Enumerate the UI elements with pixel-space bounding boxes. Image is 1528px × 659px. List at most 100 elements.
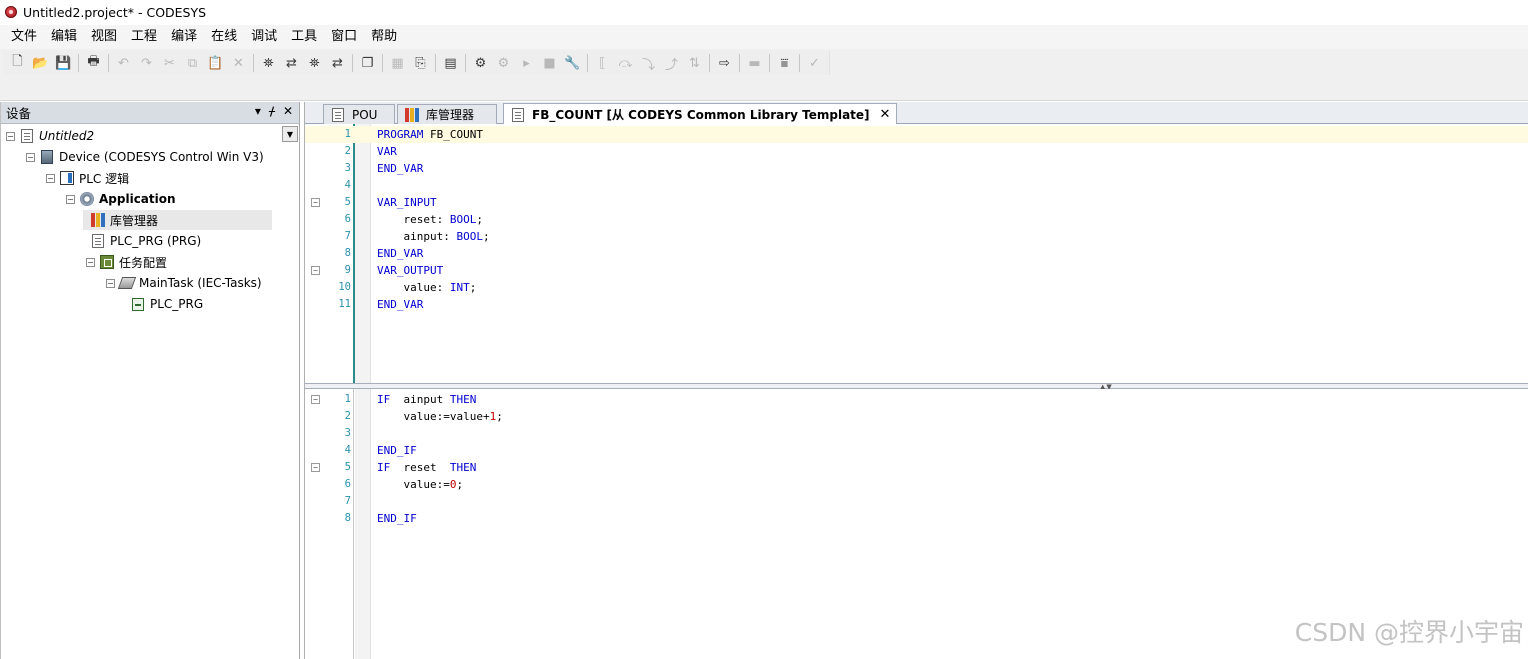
step-out-icon[interactable]: ⤴ [660, 52, 683, 74]
menu-item-5[interactable]: 在线 [204, 25, 244, 49]
collapse-icon[interactable]: − [6, 131, 15, 141]
fold-icon[interactable]: − [311, 463, 320, 472]
code-line[interactable]: − 5 VAR_INPUT [305, 194, 1528, 211]
editor-tab-1[interactable]: 库管理器 [397, 104, 497, 124]
logout-icon[interactable]: ⚙ [492, 52, 515, 74]
line-number: 7 [344, 230, 351, 242]
code-line[interactable]: − 1 IF ainput THEN [305, 391, 1528, 408]
collapse-icon[interactable]: − [26, 152, 35, 162]
code-line[interactable]: 10 value: INT; [305, 279, 1528, 296]
code-token: ; [456, 478, 464, 491]
fold-icon[interactable]: − [311, 198, 320, 207]
tree-node[interactable]: − Untitled2 [6, 126, 94, 146]
code-line[interactable]: 4 [305, 177, 1528, 194]
tree-node[interactable]: PLC_PRG (PRG) [86, 231, 201, 251]
tree-node-label: 库管理器 [110, 213, 159, 228]
code-line[interactable]: 11 END_VAR [305, 296, 1528, 313]
build-icon[interactable]: ▤ [439, 52, 462, 74]
tree-node[interactable]: − MainTask (IEC-Tasks) [106, 273, 262, 293]
code-line[interactable]: 2 value:=value+1; [305, 408, 1528, 425]
collapse-icon[interactable]: − [86, 257, 95, 267]
editor-tab-2[interactable]: FB_COUNT [从 CODEYS Common Library Templa… [503, 103, 898, 125]
find-in-project-icon[interactable]: ⛯ [303, 52, 326, 74]
code-line[interactable]: 8 END_IF [305, 510, 1528, 527]
collapse-icon[interactable]: − [106, 278, 115, 288]
step-over-icon[interactable]: ⤼ [614, 52, 637, 74]
stop-icon[interactable]: ■ [538, 52, 561, 74]
collapse-icon[interactable]: − [46, 173, 55, 183]
code-line[interactable]: 3 [305, 425, 1528, 442]
code-line[interactable]: 7 ainput: BOOL; [305, 228, 1528, 245]
replace-icon[interactable]: ⇄ [280, 52, 303, 74]
menu-item-3[interactable]: 工程 [124, 25, 164, 49]
menu-item-8[interactable]: 窗口 [324, 25, 364, 49]
save-icon[interactable]: 💾 [52, 52, 75, 74]
new-icon[interactable]: 🗋 [6, 52, 29, 74]
login-icon[interactable]: ⚙ [469, 52, 492, 74]
tree-node[interactable]: − Application [66, 189, 176, 209]
tree-node[interactable]: PLC_PRG [126, 294, 203, 314]
panel-menu-icon[interactable]: ▾ [255, 104, 261, 118]
fold-icon[interactable]: − [311, 266, 320, 275]
code-line[interactable]: 1 PROGRAM FB_COUNT [305, 126, 1528, 143]
tree-node[interactable]: − PLC 逻辑 [46, 168, 129, 188]
close-tab-icon[interactable]: ✕ [880, 107, 891, 122]
print-icon[interactable]: 🖶 [82, 52, 105, 74]
line-number: 1 [344, 128, 351, 140]
copy-icon[interactable]: ⧉ [181, 52, 204, 74]
redo-icon[interactable]: ↷ [135, 52, 158, 74]
run-icon[interactable]: ▸ [515, 52, 538, 74]
library-icon [404, 107, 420, 123]
undo-icon[interactable]: ↶ [112, 52, 135, 74]
cut-icon[interactable]: ✂ [158, 52, 181, 74]
menu-item-4[interactable]: 编译 [164, 25, 204, 49]
force-icon[interactable]: ⇅ [683, 52, 706, 74]
paste-icon[interactable]: 📋 [204, 52, 227, 74]
delete-icon[interactable]: ✕ [227, 52, 250, 74]
code-line[interactable]: 4 END_IF [305, 442, 1528, 459]
code-line[interactable]: − 5 IF reset THEN [305, 459, 1528, 476]
tree-node[interactable]: 库管理器 [83, 210, 272, 230]
tree-node[interactable]: − 任务配置 [86, 252, 167, 272]
code-line[interactable]: 7 [305, 493, 1528, 510]
windows-icon[interactable]: ❐ [356, 52, 379, 74]
code-token: ; [469, 281, 477, 294]
insert-icon[interactable]: ⎘ [409, 52, 432, 74]
reset-icon[interactable]: 🔧 [561, 52, 584, 74]
open-icon[interactable]: 📂 [29, 52, 52, 74]
code-token: END_VAR [377, 298, 424, 311]
menu-item-2[interactable]: 视图 [84, 25, 124, 49]
code-line[interactable]: 3 END_VAR [305, 160, 1528, 177]
step-into-icon[interactable]: ⤵ [637, 52, 660, 74]
menu-item-6[interactable]: 调试 [244, 25, 284, 49]
code-text: END_VAR [377, 296, 423, 313]
grid-icon[interactable]: ▦ [386, 52, 409, 74]
line-number: 10 [338, 281, 351, 293]
code-line[interactable]: 8 END_VAR [305, 245, 1528, 262]
fold-icon[interactable]: − [311, 395, 320, 404]
page-icon [510, 107, 526, 123]
filter-icon[interactable]: ⩸ [773, 52, 796, 74]
code-line[interactable]: 6 value:=0; [305, 476, 1528, 493]
find-icon[interactable]: ⛯ [257, 52, 280, 74]
replace-in-project-icon[interactable]: ⇄ [326, 52, 349, 74]
menu-item-9[interactable]: 帮助 [364, 25, 404, 49]
pin-icon[interactable]: ᚋ [269, 104, 275, 118]
menu-item-0[interactable]: 文件 [4, 25, 44, 49]
tree-node[interactable]: − Device (CODESYS Control Win V3) [26, 147, 264, 167]
monitor-icon[interactable]: ▬ [743, 52, 766, 74]
tree-dropdown-button[interactable]: ▼ [282, 126, 298, 142]
code-line[interactable]: 2 VAR [305, 143, 1528, 160]
close-panel-icon[interactable]: ✕ [283, 104, 293, 118]
editor-tab-0[interactable]: POU [323, 104, 395, 124]
menu-item-7[interactable]: 工具 [284, 25, 324, 49]
code-line[interactable]: 6 reset: BOOL; [305, 211, 1528, 228]
code-token: VAR_OUTPUT [377, 264, 444, 277]
breakpoint-icon[interactable]: ⟦ [591, 52, 614, 74]
write-values-icon[interactable]: ⇨ [713, 52, 736, 74]
collapse-icon[interactable]: − [66, 194, 75, 204]
menu-item-1[interactable]: 编辑 [44, 25, 84, 49]
declaration-pane[interactable]: 1 PROGRAM FB_COUNT 2 VAR 3 END_VAR 4 − 5 VAR_INPU… [305, 124, 1528, 383]
check-icon[interactable]: ✓ [803, 52, 826, 74]
code-line[interactable]: − 9 VAR_OUTPUT [305, 262, 1528, 279]
